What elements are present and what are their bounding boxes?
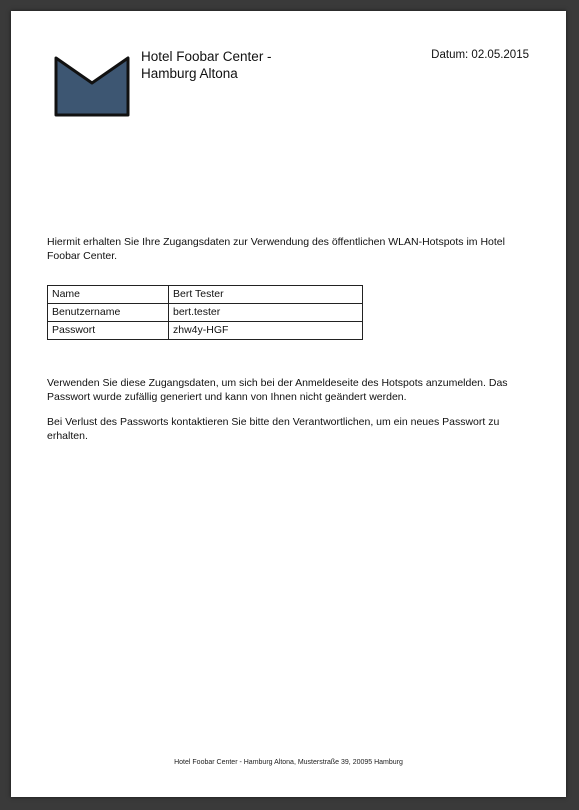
username-value: bert.tester [168, 303, 363, 322]
password-label: Passwort [47, 321, 169, 340]
username-label: Benutzername [47, 303, 169, 322]
table-row: Name Bert Tester [47, 285, 363, 304]
document-date: Datum: 02.05.2015 [431, 49, 529, 61]
name-value: Bert Tester [168, 285, 363, 304]
document-viewer: Hotel Foobar Center - Hamburg Altona Dat… [0, 0, 579, 810]
intro-text: Hiermit erhalten Sie Ihre Zugangsdaten z… [47, 236, 505, 262]
page-footer: Hotel Foobar Center - Hamburg Altona, Mu… [174, 759, 403, 766]
table-row: Benutzername bert.tester [47, 303, 363, 322]
document-page: Hotel Foobar Center - Hamburg Altona Dat… [11, 11, 566, 797]
password-loss-notice: Bei Verlust des Passworts kontaktieren S… [47, 416, 500, 442]
hotel-name: Hotel Foobar Center - Hamburg Altona [141, 49, 272, 81]
password-value: zhw4y-HGF [168, 321, 363, 340]
credentials-table: Name Bert Tester Benutzername bert.teste… [47, 285, 363, 340]
hotel-logo-icon [54, 56, 130, 117]
table-row: Passwort zhw4y-HGF [47, 321, 363, 340]
usage-instructions: Verwenden Sie diese Zugangsdaten, um sic… [47, 377, 508, 403]
name-label: Name [47, 285, 169, 304]
